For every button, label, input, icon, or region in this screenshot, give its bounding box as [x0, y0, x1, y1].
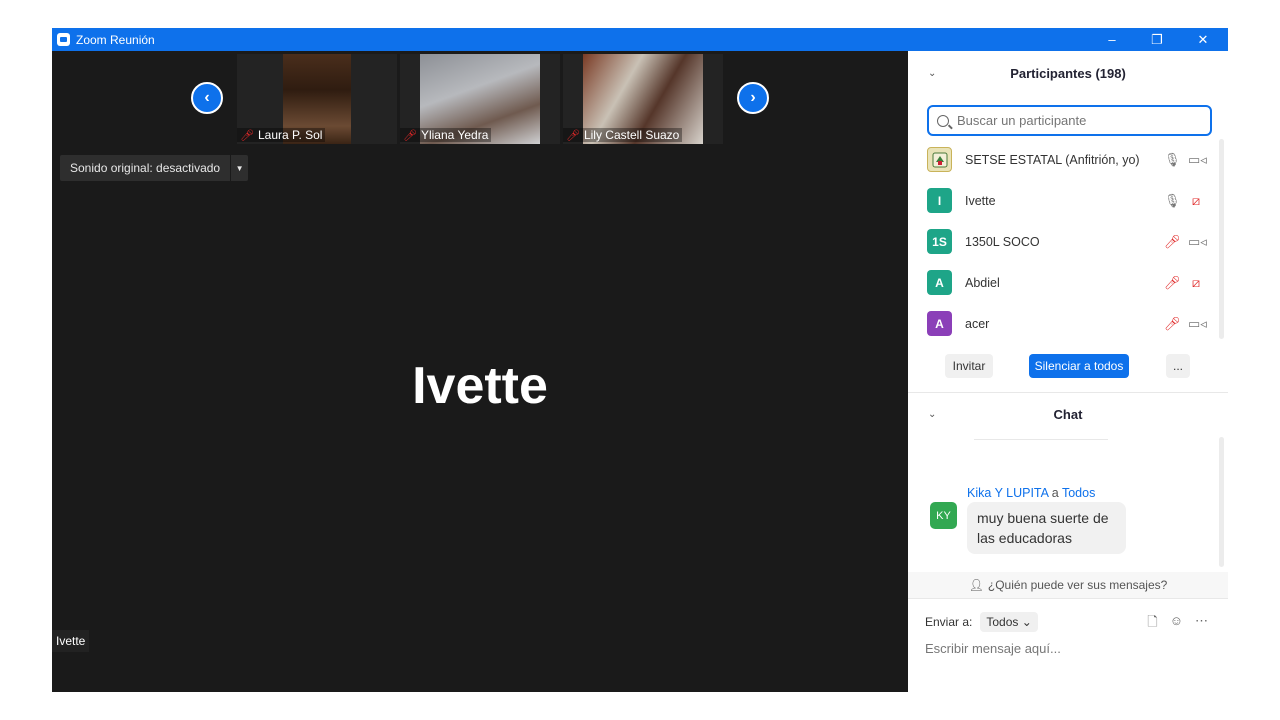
participants-title: Participantes (198): [1010, 65, 1126, 81]
divider: [908, 392, 1228, 393]
logo-icon: [932, 152, 947, 167]
chat-message-input[interactable]: Escribir mensaje aquí...: [925, 641, 1061, 656]
participant-name: Abdiel: [965, 275, 1000, 290]
mic-muted-icon: 🎤︎: [240, 129, 254, 142]
avatar: A: [927, 270, 952, 295]
video-thumbnail[interactable]: 🎤︎ Lily Castell Suazo: [563, 54, 723, 144]
minimize-button[interactable]: –: [1089, 28, 1135, 51]
chat-message: muy buena suerte de las educadoras: [967, 502, 1126, 554]
speaker-name-tag: Ivette: [52, 630, 90, 652]
chat-title: Chat: [1053, 406, 1083, 422]
person-icon: 👤︎: [968, 578, 984, 592]
participants-header: ⌄ Participantes (198): [908, 53, 1228, 93]
more-icon[interactable]: ⋯: [1195, 613, 1208, 635]
microphone-icon[interactable]: 🎙︎: [1164, 193, 1181, 209]
original-sound-toggle[interactable]: Sonido original: desactivado ▼: [60, 155, 249, 181]
video-thumbnail[interactable]: 🎤︎ Yliana Yedra: [400, 54, 560, 144]
camera-off-icon[interactable]: ⧄: [1188, 193, 1204, 209]
recipient-dropdown[interactable]: Todos ⌄: [980, 612, 1038, 632]
send-to-label: Enviar a:: [925, 615, 973, 629]
avatar: [927, 147, 952, 172]
search-icon: [937, 114, 949, 127]
chat-tools: 🗋 ☺ ⋯: [1147, 613, 1208, 635]
recipient-name: Todos: [1061, 486, 1096, 500]
participant-search[interactable]: [927, 105, 1212, 136]
collapse-chevron-icon[interactable]: ⌄: [928, 68, 936, 79]
maximize-button[interactable]: ❐: [1134, 28, 1180, 51]
emoji-icon[interactable]: ☺: [1170, 613, 1183, 635]
chat-header: ⌄ Chat: [908, 394, 1228, 434]
chevron-down-icon: ⌄: [1021, 615, 1032, 629]
file-icon[interactable]: 🗋: [1147, 613, 1157, 635]
participant-row[interactable]: SETSE ESTATAL (Anfitrión, yo) 🎙︎ ▭◃: [908, 139, 1218, 180]
divider: [974, 439, 1108, 440]
mute-all-button[interactable]: Silenciar a todos: [1029, 354, 1129, 378]
participant-name: 1350L SOCO: [965, 234, 1040, 249]
side-panel: ⌄ Participantes (198) SETSE ESTATAL (Anf…: [908, 51, 1228, 692]
avatar: I: [927, 188, 952, 213]
collapse-chevron-icon[interactable]: ⌄: [928, 409, 936, 420]
camera-off-icon[interactable]: ⧄: [1188, 275, 1204, 291]
participant-name: SETSE ESTATAL (Anfitrión, yo): [965, 152, 1140, 167]
participant-name: acer: [965, 316, 990, 331]
microphone-muted-icon[interactable]: 🎤︎: [1164, 275, 1181, 291]
chat-scrollbar[interactable]: [1219, 437, 1224, 567]
camera-icon[interactable]: ▭◃: [1188, 234, 1207, 250]
active-speaker-name: Ivette: [412, 357, 548, 415]
microphone-muted-icon[interactable]: 🎤︎: [1164, 316, 1181, 332]
camera-icon[interactable]: ▭◃: [1188, 152, 1207, 168]
who-can-see-messages[interactable]: 👤︎ ¿Quién puede ver sus mensajes?: [908, 572, 1228, 598]
zoom-app-icon: [57, 33, 70, 46]
camera-icon[interactable]: ▭◃: [1188, 316, 1207, 332]
search-input[interactable]: [957, 113, 1197, 128]
microphone-muted-icon[interactable]: 🎤︎: [1164, 234, 1181, 250]
participant-row[interactable]: 1S 1350L SOCO 🎤︎ ▭◃: [908, 221, 1218, 262]
microphone-icon[interactable]: 🎙︎: [1164, 152, 1181, 168]
next-page-button[interactable]: ›: [737, 82, 769, 114]
original-sound-label: Sonido original: desactivado: [70, 161, 221, 175]
send-to-row: Enviar a: Todos ⌄: [925, 611, 1038, 633]
divider: [908, 598, 1228, 599]
mic-muted-icon: 🎤︎: [566, 129, 580, 142]
participant-row[interactable]: A Abdiel 🎤︎ ⧄: [908, 262, 1218, 303]
prev-page-button[interactable]: ‹: [191, 82, 223, 114]
chevron-left-icon: ‹: [204, 89, 210, 106]
window-title: Zoom Reunión: [76, 32, 155, 47]
close-button[interactable]: ✕: [1180, 28, 1226, 51]
more-options-button[interactable]: ...: [1166, 354, 1190, 378]
zoom-window: Zoom Reunión – ❐ ✕ ‹ 🎤︎ Laura P. Sol 🎤︎ Yl…: [52, 28, 1228, 692]
avatar: 1S: [927, 229, 952, 254]
participant-row[interactable]: I Ivette 🎙︎ ⧄: [908, 180, 1218, 221]
chat-sender-line: Kika Y LUPITA a Todos: [967, 486, 1096, 500]
avatar: A: [927, 311, 952, 336]
thumbnail-name: 🎤︎ Lily Castell Suazo: [563, 128, 683, 142]
avatar: KY: [930, 502, 957, 529]
mic-muted-icon: 🎤︎: [403, 129, 417, 142]
chevron-right-icon: ›: [750, 89, 756, 106]
chevron-down-icon[interactable]: ▼: [230, 155, 248, 181]
thumbnail-name: 🎤︎ Laura P. Sol: [237, 128, 326, 142]
invite-button[interactable]: Invitar: [945, 354, 993, 378]
participant-name: Ivette: [965, 193, 996, 208]
sender-name[interactable]: Kika Y LUPITA: [967, 486, 1048, 500]
participant-scrollbar[interactable]: [1219, 139, 1224, 339]
participant-row[interactable]: A acer 🎤︎ ▭◃: [908, 303, 1218, 344]
thumbnail-name: 🎤︎ Yliana Yedra: [400, 128, 492, 142]
video-area: ‹ 🎤︎ Laura P. Sol 🎤︎ Yliana Yedra 🎤︎ Lily C…: [52, 51, 908, 692]
title-bar: Zoom Reunión – ❐ ✕: [52, 28, 1228, 51]
video-thumbnail[interactable]: 🎤︎ Laura P. Sol: [237, 54, 397, 144]
